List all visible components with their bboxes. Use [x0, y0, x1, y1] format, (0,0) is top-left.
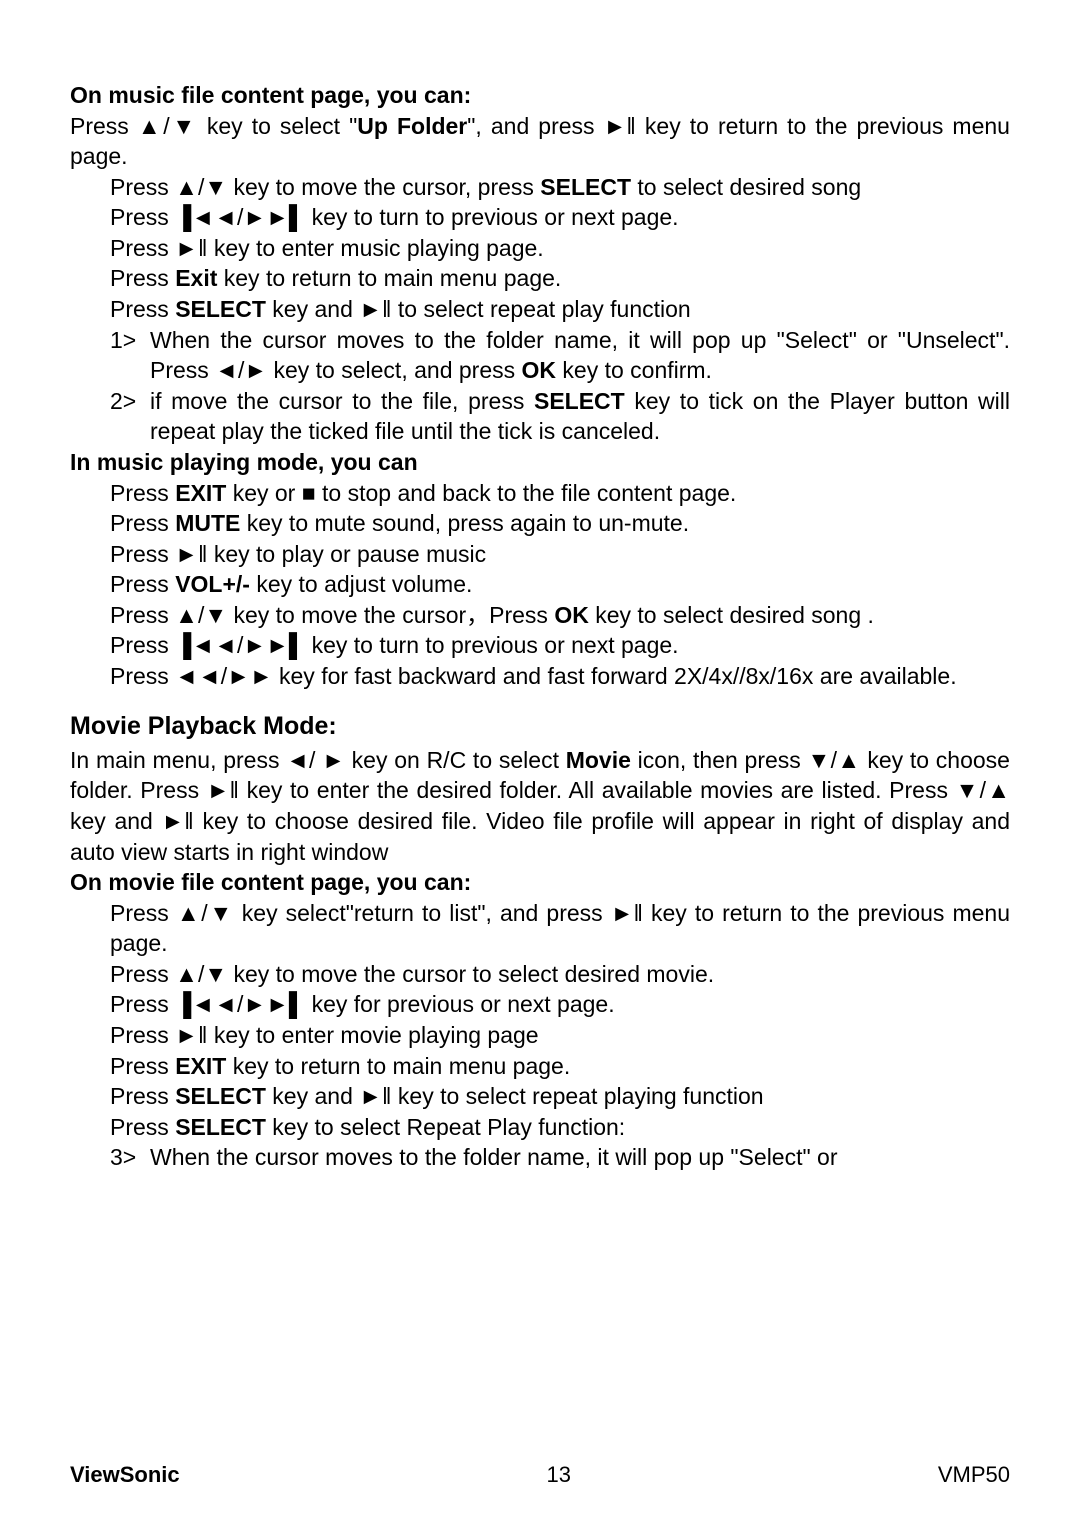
movie-file-page-heading: On movie file content page, you can: — [70, 867, 1010, 898]
music-play-item: Press ►‖ key to play or pause music — [110, 539, 1010, 570]
item-text: if move the cursor to the file, press SE… — [150, 386, 1010, 447]
music-play-item: Press ▲/▼ key to move the cursor，Press O… — [110, 600, 1010, 631]
music-play-item: Press MUTE key to mute sound, press agai… — [110, 508, 1010, 539]
music-list-item: Press ▐◄◄/►►▌ key to turn to previous or… — [110, 202, 1010, 233]
numbered-item: 2> if move the cursor to the file, press… — [110, 386, 1010, 447]
item-number: 2> — [110, 386, 150, 447]
music-play-item: Press ▐◄◄/►►▌ key to turn to previous or… — [110, 630, 1010, 661]
music-file-page-intro: Press ▲/▼ key to select "Up Folder", and… — [70, 111, 1010, 172]
movie-list-item: Press SELECT key to select Repeat Play f… — [110, 1112, 1010, 1143]
item-text: When the cursor moves to the folder name… — [150, 325, 1010, 386]
footer-model: VMP50 — [938, 1460, 1010, 1489]
movie-list-item: Press EXIT key to return to main menu pa… — [110, 1051, 1010, 1082]
music-play-item: Press ◄◄/►► key for fast backward and fa… — [110, 661, 1010, 692]
movie-list-item: Press ►‖ key to enter movie playing page — [110, 1020, 1010, 1051]
movie-list-item: Press SELECT key and ►‖ key to select re… — [110, 1081, 1010, 1112]
page-footer: ViewSonic 13 VMP50 — [70, 1460, 1010, 1489]
music-list-item: Press ►‖ key to enter music playing page… — [110, 233, 1010, 264]
movie-list-item: Press ▐◄◄/►►▌ key for previous or next p… — [110, 989, 1010, 1020]
music-file-page-heading: On music file content page, you can: — [70, 80, 1010, 111]
music-play-item: Press EXIT key or ■ to stop and back to … — [110, 478, 1010, 509]
music-list-item: Press SELECT key and ►‖ to select repeat… — [110, 294, 1010, 325]
movie-list-item: Press ▲/▼ key select"return to list", an… — [110, 898, 1010, 959]
item-text: When the cursor moves to the folder name… — [150, 1142, 1010, 1173]
movie-intro: In main menu, press ◄/ ► key on R/C to s… — [70, 745, 1010, 867]
footer-page-number: 13 — [547, 1460, 571, 1489]
music-play-item: Press VOL+/- key to adjust volume. — [110, 569, 1010, 600]
item-number: 1> — [110, 325, 150, 386]
footer-brand: ViewSonic — [70, 1460, 180, 1489]
movie-list-item: Press ▲/▼ key to move the cursor to sele… — [110, 959, 1010, 990]
music-list-item: Press ▲/▼ key to move the cursor, press … — [110, 172, 1010, 203]
numbered-item: 1> When the cursor moves to the folder n… — [110, 325, 1010, 386]
music-playing-heading: In music playing mode, you can — [70, 447, 1010, 478]
item-number: 3> — [110, 1142, 150, 1173]
numbered-item: 3> When the cursor moves to the folder n… — [110, 1142, 1010, 1173]
music-list-item: Press Exit key to return to main menu pa… — [110, 263, 1010, 294]
movie-playback-heading: Movie Playback Mode: — [70, 710, 1010, 743]
